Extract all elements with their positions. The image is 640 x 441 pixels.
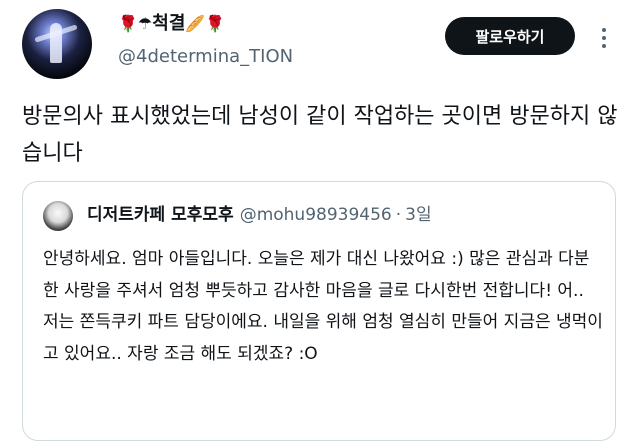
quoted-separator: ·: [395, 205, 402, 225]
author-handle[interactable]: @4determina_TION: [118, 46, 293, 67]
tweet-text: 방문의사 표시했었는데 남성이 같이 작업하는 곳이면 방문하지 않습니다: [22, 104, 618, 166]
quoted-tweet-card[interactable]: 디저트카페 모후모후 @mohu98939456 · 3일 안녕하세요. 엄마 아들입…: [22, 181, 616, 441]
author-display-name: 척결: [152, 13, 186, 34]
more-horizontal-icon[interactable]: [597, 28, 611, 48]
follow-button[interactable]: 팔로우하기: [445, 17, 575, 55]
more-dot: [602, 44, 606, 48]
quoted-tweet-date: 3일: [405, 205, 432, 225]
quoted-tweet-header: 디저트카페 모후모후 @mohu98939456 · 3일: [87, 204, 432, 226]
author-name-emoji-left: 🌹☂: [118, 14, 153, 33]
quoted-author-handle: @mohu98939456: [239, 205, 392, 225]
more-dot: [602, 28, 606, 32]
quoted-author-avatar[interactable]: [43, 201, 73, 231]
author-name-emoji-right: 🥖🌹: [185, 14, 226, 33]
quoted-author-name: 디저트카페 모후모후: [87, 205, 234, 225]
more-dot: [602, 36, 606, 40]
author-display-name-row[interactable]: 🌹☂척결🥖🌹: [118, 13, 225, 35]
avatar-figure: [50, 23, 62, 63]
author-avatar[interactable]: [22, 9, 92, 79]
quoted-tweet-text: 안녕하세요. 엄마 아들입니다. 오늘은 제가 대신 나왔어요 :) 많은 관심…: [43, 249, 603, 364]
